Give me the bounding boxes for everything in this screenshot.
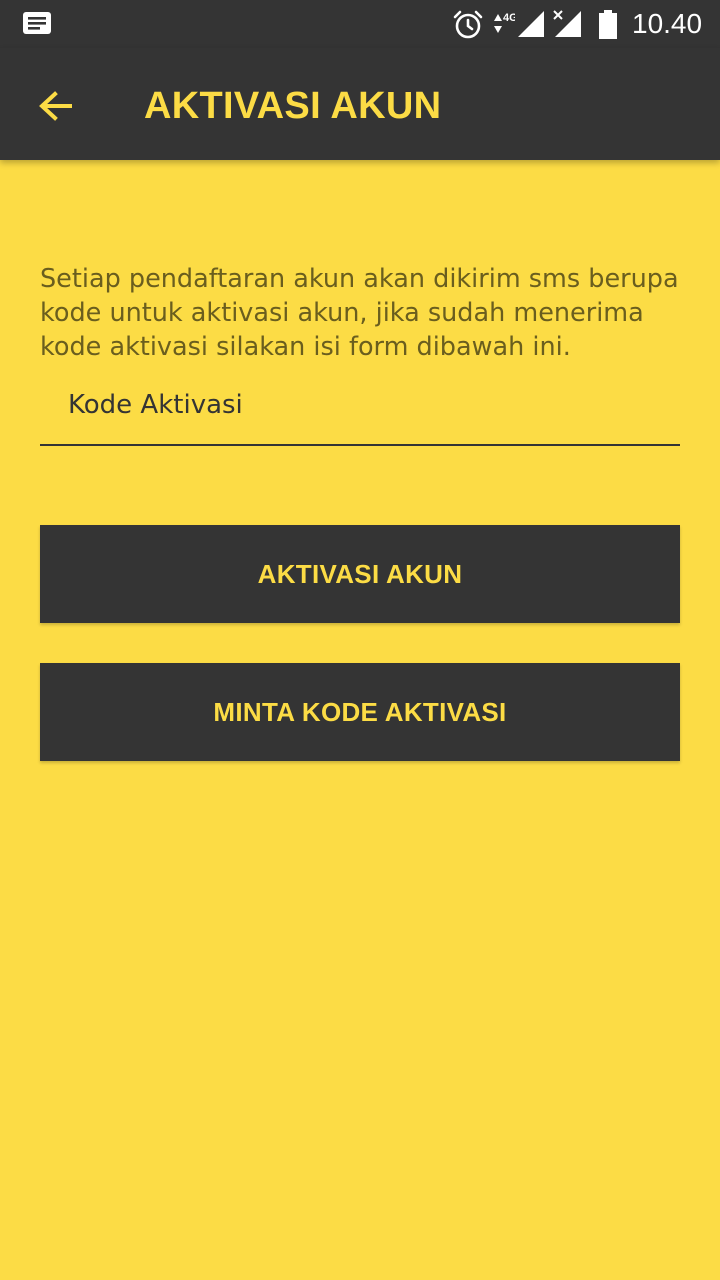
arrow-back-icon[interactable] bbox=[36, 86, 76, 126]
network-type-label: 4G bbox=[503, 12, 515, 24]
page-title: AKTIVASI AKUN bbox=[144, 85, 442, 127]
signal-icon bbox=[518, 11, 544, 37]
app-bar: AKTIVASI AKUN bbox=[0, 48, 720, 160]
signal-no-service-icon bbox=[553, 10, 581, 37]
battery-icon bbox=[599, 10, 617, 39]
activation-description: Setiap pendaftaran akun akan dikirim sms… bbox=[40, 264, 679, 362]
clock: 10.40 bbox=[632, 8, 703, 39]
alarm-icon bbox=[453, 10, 483, 39]
activate-account-button[interactable]: AKTIVASI AKUN bbox=[40, 525, 680, 623]
activate-account-button-label: AKTIVASI AKUN bbox=[257, 558, 463, 589]
activation-code-input[interactable] bbox=[40, 380, 680, 430]
activation-code-field bbox=[40, 380, 680, 446]
status-bar: 4G 10.40 bbox=[0, 0, 720, 48]
request-activation-code-button-label: MINTA KODE AKTIVASI bbox=[213, 696, 507, 727]
notification-icon bbox=[23, 12, 51, 34]
data-arrows-icon: 4G bbox=[494, 12, 515, 33]
request-activation-code-button[interactable]: MINTA KODE AKTIVASI bbox=[40, 663, 680, 761]
